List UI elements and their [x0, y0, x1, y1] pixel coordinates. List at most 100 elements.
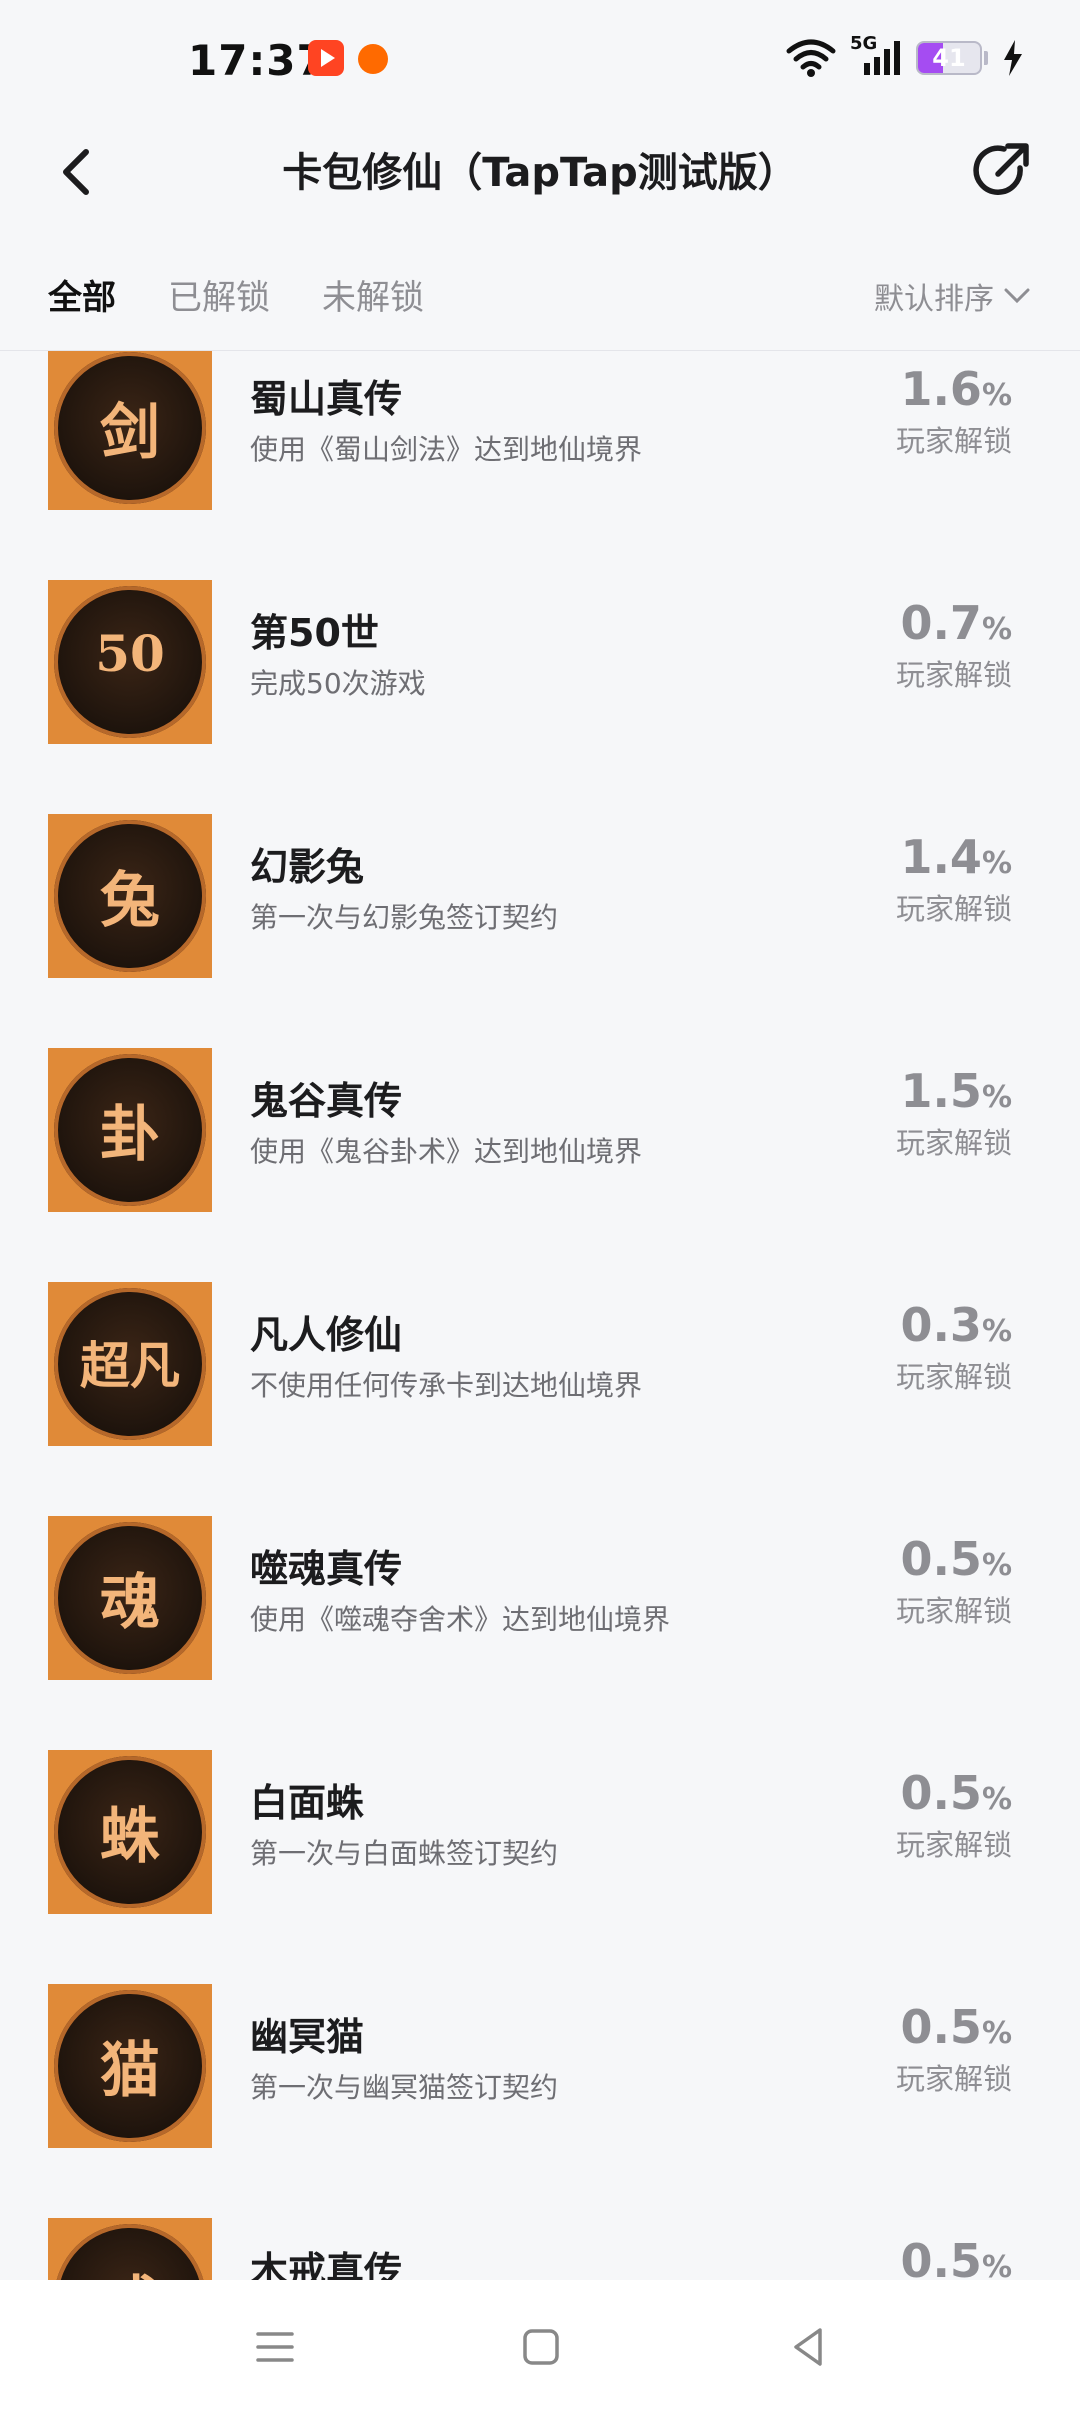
video-app-icon — [308, 40, 344, 76]
unlock-rate-unit: % — [981, 612, 1012, 647]
menu-icon[interactable] — [250, 2322, 300, 2372]
system-nav-bar — [0, 2280, 1080, 2412]
achievement-badge-icon: 蛛 — [48, 1750, 212, 1914]
achievement-row[interactable]: 戒 木戒真传 0.5% — [0, 2218, 1080, 2280]
unlock-rate-value: 0.5 — [900, 2234, 982, 2280]
achievement-title: 鬼谷真传 — [250, 1079, 403, 1123]
badge-glyph: 兔 — [100, 866, 160, 936]
achievement-badge-icon: 卦 — [48, 1048, 212, 1212]
achievement-badge-icon: 戒 — [48, 2218, 212, 2280]
unlock-rate: 0.5% 玩家解锁 — [812, 1532, 1012, 1630]
tab-locked[interactable]: 未解锁 — [322, 270, 424, 319]
unlock-rate-unit: % — [981, 2250, 1012, 2280]
achievement-description: 使用《蜀山剑法》达到地仙境界 — [250, 433, 643, 466]
chevron-down-icon — [1004, 288, 1030, 304]
signal-icon: 5G — [850, 33, 902, 79]
tab-all[interactable]: 全部 — [48, 270, 116, 319]
battery-icon: 41 — [916, 41, 982, 75]
badge-glyph: 魂 — [100, 1568, 160, 1638]
achievement-row[interactable]: 卦 鬼谷真传使用《鬼谷卦术》达到地仙境界 1.5% 玩家解锁 — [0, 1048, 1080, 1282]
achievement-description: 使用《噬魂夺舍术》达到地仙境界 — [250, 1603, 671, 1636]
back-icon[interactable] — [784, 2322, 834, 2372]
achievement-title: 凡人修仙 — [250, 1313, 403, 1357]
charging-icon — [1004, 40, 1022, 76]
unlock-rate-unit: % — [981, 378, 1012, 413]
badge-glyph: 蛛 — [100, 1802, 160, 1872]
unlock-rate: 0.3% 玩家解锁 — [812, 1298, 1012, 1396]
achievement-badge-icon: 魂 — [48, 1516, 212, 1680]
achievement-title: 木戒真传 — [250, 2249, 403, 2280]
achievement-title: 第50世 — [250, 611, 379, 655]
achievement-description: 第一次与白面蛛签订契约 — [250, 1837, 559, 1870]
achievement-row[interactable]: 猫 幽冥猫第一次与幽冥猫签订契约 0.5% 玩家解锁 — [0, 1984, 1080, 2218]
achievement-badge-icon: 猫 — [48, 1984, 212, 2148]
achievement-description: 第一次与幽冥猫签订契约 — [250, 2071, 559, 2104]
wifi-icon — [786, 39, 836, 77]
unlock-rate-value: 1.6 — [900, 362, 982, 416]
achievement-description: 使用《鬼谷卦术》达到地仙境界 — [250, 1135, 643, 1168]
status-time: 17:37 — [188, 36, 327, 85]
badge-glyph: 剑 — [100, 398, 160, 468]
unlock-rate-value: 1.5 — [900, 1064, 982, 1118]
home-icon[interactable] — [516, 2322, 566, 2372]
unlock-rate-unit: % — [981, 1782, 1012, 1817]
badge-glyph: 超凡 — [80, 1336, 180, 1395]
badge-glyph: 猫 — [100, 2036, 160, 2106]
sort-dropdown[interactable]: 默认排序 — [874, 274, 1030, 318]
achievement-badge-icon: 兔 — [48, 814, 212, 978]
unlock-rate-unit: % — [981, 1548, 1012, 1583]
unlock-rate-value: 0.5 — [900, 1766, 982, 1820]
achievement-badge-icon: 剑 — [48, 351, 212, 510]
unlock-rate: 0.5% 玩家解锁 — [812, 2000, 1012, 2098]
unlock-rate-unit: % — [981, 846, 1012, 881]
battery-tip — [984, 51, 988, 65]
unlock-rate-label: 玩家解锁 — [895, 1360, 1012, 1394]
achievement-title: 白面蛛 — [250, 1781, 365, 1825]
page-title: 卡包修仙（TapTap测试版） — [282, 150, 798, 196]
unlock-rate-label: 玩家解锁 — [895, 1594, 1012, 1628]
weibo-app-icon — [358, 44, 388, 74]
unlock-rate: 1.4% 玩家解锁 — [812, 830, 1012, 928]
unlock-rate-unit: % — [981, 1314, 1012, 1349]
unlock-rate-label: 玩家解锁 — [895, 1126, 1012, 1160]
achievement-row[interactable]: 兔 幻影兔 第一次与幻影兔签订契约 1.4% 玩家解锁 — [0, 814, 1080, 1048]
achievement-badge-icon: 50 — [48, 580, 212, 744]
unlock-rate-unit: % — [981, 2016, 1012, 2051]
achievement-badge-icon: 超凡 — [48, 1282, 212, 1446]
achievement-row[interactable]: 剑 蜀山真传使用《蜀山剑法》达到地仙境界 1.6% 玩家解锁 — [0, 351, 1080, 580]
achievement-row[interactable]: 魂 噬魂真传 使用《噬魂夺舍术》达到地仙境界 0.5% 玩家解锁 — [0, 1516, 1080, 1750]
unlock-rate-label: 玩家解锁 — [895, 424, 1012, 458]
unlock-rate-value: 0.7 — [900, 596, 982, 650]
achievement-row[interactable]: 50 第50世完成50次游戏 0.7% 玩家解锁 — [0, 580, 1080, 814]
achievement-row[interactable]: 蛛 白面蛛第一次与白面蛛签订契约 0.5% 玩家解锁 — [0, 1750, 1080, 1984]
achievement-title: 噬魂真传 — [250, 1547, 403, 1591]
status-bar: 17:37 5G 41 — [0, 0, 1080, 120]
badge-glyph: 戒 — [48, 2256, 212, 2280]
unlock-rate-value: 0.5 — [900, 2000, 982, 2054]
unlock-rate: 0.7% 玩家解锁 — [812, 596, 1012, 694]
unlock-rate-value: 0.3 — [900, 1298, 982, 1352]
unlock-rate-value: 1.4 — [900, 830, 982, 884]
unlock-rate: 1.5% 玩家解锁 — [812, 1064, 1012, 1162]
achievement-row[interactable]: 超凡 凡人修仙 不使用任何传承卡到达地仙境界 0.3% 玩家解锁 — [0, 1282, 1080, 1516]
achievement-title: 幽冥猫 — [250, 2015, 365, 2059]
unlock-rate-unit: % — [981, 1080, 1012, 1115]
achievement-list: 剑 蜀山真传使用《蜀山剑法》达到地仙境界 1.6% 玩家解锁 50 第50世完成50次游戏… — [0, 351, 1080, 2280]
sort-label: 默认排序 — [874, 282, 994, 317]
unlock-rate: 0.5% — [812, 2234, 1012, 2280]
filter-tabs: 全部 已解锁 未解锁 默认排序 — [0, 250, 1080, 351]
unlock-rate-label: 玩家解锁 — [895, 658, 1012, 692]
achievement-description: 第一次与幻影兔签订契约 — [250, 901, 559, 934]
achievement-title: 蜀山真传 — [250, 377, 403, 421]
unlock-rate-label: 玩家解锁 — [895, 892, 1012, 926]
achievement-description: 完成50次游戏 — [250, 667, 426, 700]
app-header: 卡包修仙（TapTap测试版） — [0, 120, 1080, 220]
tab-unlocked[interactable]: 已解锁 — [168, 270, 270, 319]
share-icon[interactable] — [968, 138, 1034, 204]
battery-level: 41 — [932, 44, 966, 72]
unlock-rate-label: 玩家解锁 — [895, 2062, 1012, 2096]
unlock-rate: 0.5% 玩家解锁 — [812, 1766, 1012, 1864]
badge-glyph: 卦 — [100, 1100, 160, 1170]
unlock-rate: 1.6% 玩家解锁 — [812, 362, 1012, 460]
unlock-rate-label: 玩家解锁 — [895, 1828, 1012, 1862]
